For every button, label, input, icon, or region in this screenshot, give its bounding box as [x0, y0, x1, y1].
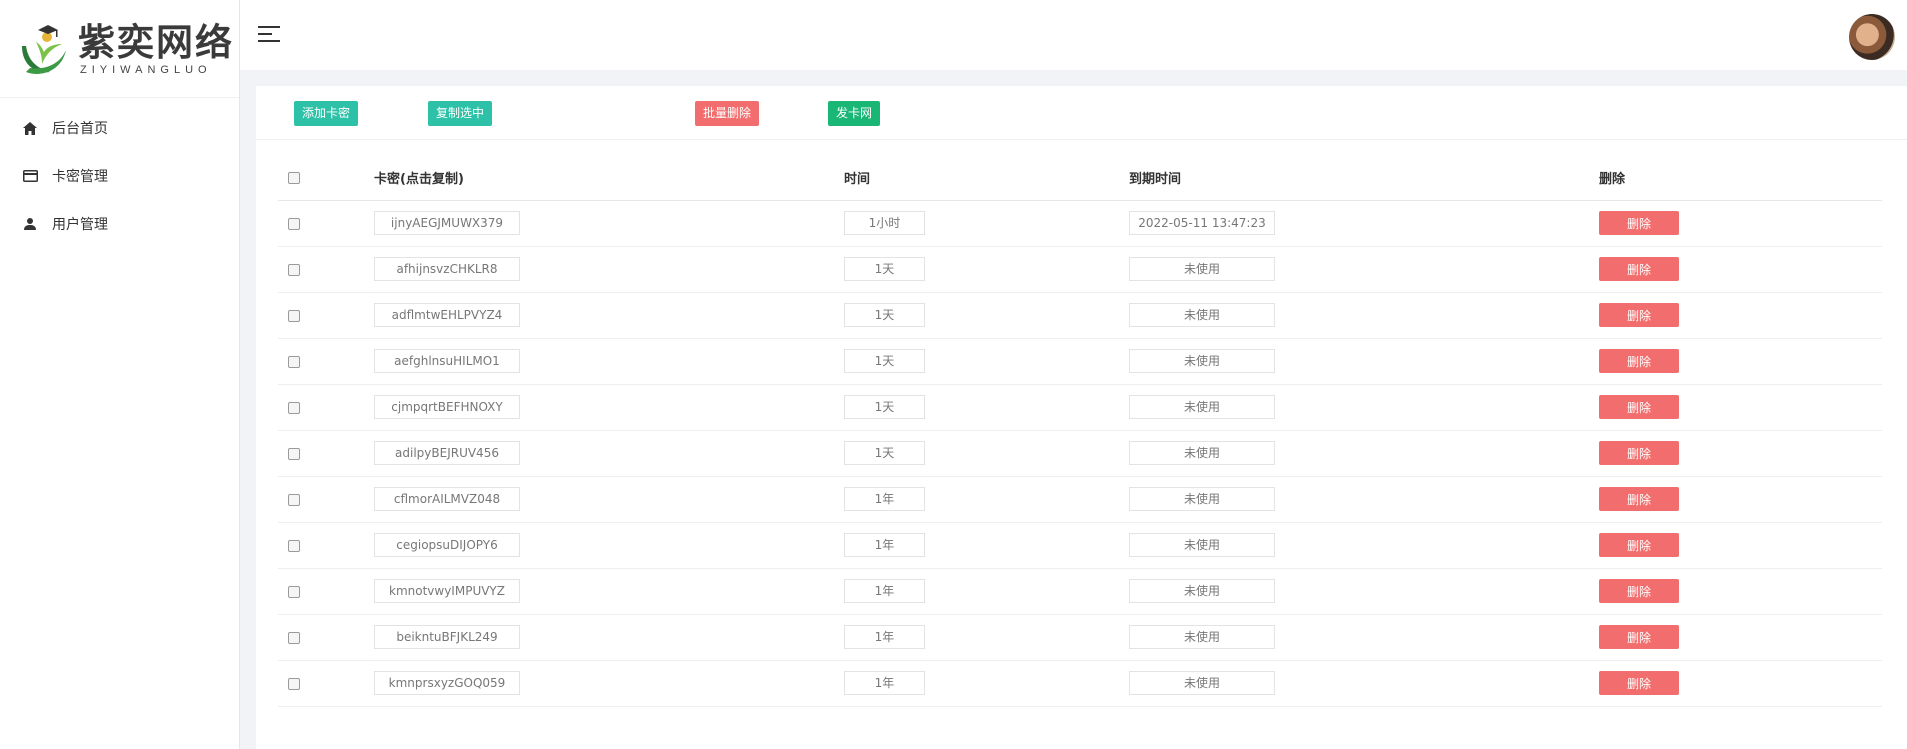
expiry-cell: 未使用 [1129, 441, 1275, 465]
row-checkbox[interactable] [288, 217, 300, 230]
column-header-expiry: 到期时间 [1129, 156, 1599, 201]
duration-cell: 1小时 [844, 211, 925, 235]
card-key-cell[interactable]: kmnprsxyzGOQ059 [374, 671, 520, 695]
expiry-cell: 未使用 [1129, 625, 1275, 649]
batch-delete-button[interactable]: 批量删除 [695, 101, 760, 126]
sidebar-item-cards[interactable]: 卡密管理 [0, 152, 239, 200]
main-panel: 添加卡密 复制选中 批量删除 发卡网 卡密(点击复制) 时间 到期时间 删除 i… [256, 86, 1907, 749]
column-header-delete: 删除 [1599, 156, 1882, 201]
avatar[interactable] [1849, 14, 1895, 60]
expiry-cell: 未使用 [1129, 349, 1275, 373]
expiry-cell: 2022-05-11 13:47:23 [1129, 211, 1275, 235]
logo-mark-icon [16, 20, 70, 78]
duration-cell: 1天 [844, 257, 925, 281]
sidebar-item-label: 后台首页 [52, 121, 108, 137]
card-key-cell[interactable]: afhijnsvzCHKLR8 [374, 257, 520, 281]
table-row: kmnprsxyzGOQ059 1年 未使用 删除 [278, 660, 1882, 707]
brand-name: 紫奕网络 [78, 19, 234, 64]
card-key-cell[interactable]: ijnyAEGJMUWX379 [374, 211, 520, 235]
delete-button[interactable]: 删除 [1599, 533, 1679, 557]
sidebar-item-label: 卡密管理 [52, 169, 108, 185]
expiry-cell: 未使用 [1129, 395, 1275, 419]
delete-button[interactable]: 删除 [1599, 303, 1679, 327]
table-row: ijnyAEGJMUWX379 1小时 2022-05-11 13:47:23 删除 [278, 200, 1882, 247]
row-checkbox[interactable] [288, 493, 300, 506]
row-checkbox[interactable] [288, 355, 300, 368]
delete-button[interactable]: 删除 [1599, 625, 1679, 649]
card-key-cell[interactable]: cegiopsuDIJOPY6 [374, 533, 520, 557]
sidebar: 紫奕网络 ZIYIWANGLUO 后台首页 卡密管理 用户管理 [0, 0, 240, 749]
expiry-cell: 未使用 [1129, 487, 1275, 511]
table-row: kmnotvwyIMPUVYZ 1年 未使用 删除 [278, 568, 1882, 615]
table-row: adilpyBEJRUV456 1天 未使用 删除 [278, 430, 1882, 477]
expiry-cell: 未使用 [1129, 303, 1275, 327]
delete-button[interactable]: 删除 [1599, 441, 1679, 465]
duration-cell: 1年 [844, 671, 925, 695]
table-row: beikntuBFJKL249 1年 未使用 删除 [278, 614, 1882, 661]
row-checkbox[interactable] [288, 539, 300, 552]
duration-cell: 1天 [844, 441, 925, 465]
table-row: aefghlnsuHILMO1 1天 未使用 删除 [278, 338, 1882, 385]
table-row: afhijnsvzCHKLR8 1天 未使用 删除 [278, 246, 1882, 293]
delete-button[interactable]: 删除 [1599, 579, 1679, 603]
expiry-cell: 未使用 [1129, 533, 1275, 557]
row-checkbox[interactable] [288, 401, 300, 414]
row-checkbox[interactable] [288, 263, 300, 276]
copy-selected-button[interactable]: 复制选中 [428, 101, 493, 126]
row-checkbox[interactable] [288, 447, 300, 460]
delete-button[interactable]: 删除 [1599, 487, 1679, 511]
card-key-cell[interactable]: kmnotvwyIMPUVYZ [374, 579, 520, 603]
table-row: cjmpqrtBEFHNOXY 1天 未使用 删除 [278, 384, 1882, 431]
sidebar-item-users[interactable]: 用户管理 [0, 200, 239, 248]
card-key-cell[interactable]: beikntuBFJKL249 [374, 625, 520, 649]
faka-site-button[interactable]: 发卡网 [828, 101, 881, 126]
duration-cell: 1天 [844, 395, 925, 419]
row-checkbox[interactable] [288, 585, 300, 598]
hamburger-menu-icon[interactable] [258, 26, 280, 44]
card-key-cell[interactable]: cjmpqrtBEFHNOXY [374, 395, 520, 419]
logo[interactable]: 紫奕网络 ZIYIWANGLUO [0, 0, 239, 98]
sidebar-item-home[interactable]: 后台首页 [0, 104, 239, 152]
table-row: cflmorAILMVZ048 1年 未使用 删除 [278, 476, 1882, 523]
duration-cell: 1年 [844, 579, 925, 603]
duration-cell: 1天 [844, 349, 925, 373]
column-header-duration: 时间 [844, 156, 1129, 201]
expiry-cell: 未使用 [1129, 257, 1275, 281]
add-card-button[interactable]: 添加卡密 [294, 101, 359, 126]
sidebar-item-label: 用户管理 [52, 217, 108, 233]
delete-button[interactable]: 删除 [1599, 349, 1679, 373]
top-header [240, 0, 1907, 70]
duration-cell: 1天 [844, 303, 925, 327]
brand-subtitle: ZIYIWANGLUO [80, 63, 212, 76]
delete-button[interactable]: 删除 [1599, 211, 1679, 235]
row-checkbox[interactable] [288, 677, 300, 690]
delete-button[interactable]: 删除 [1599, 671, 1679, 695]
card-key-cell[interactable]: cflmorAILMVZ048 [374, 487, 520, 511]
duration-cell: 1年 [844, 625, 925, 649]
toolbar: 添加卡密 复制选中 批量删除 发卡网 [256, 86, 1907, 140]
column-header-key: 卡密(点击复制) [374, 156, 844, 201]
delete-button[interactable]: 删除 [1599, 257, 1679, 281]
sidebar-nav: 后台首页 卡密管理 用户管理 [0, 104, 239, 248]
card-icon [22, 168, 38, 184]
delete-button[interactable]: 删除 [1599, 395, 1679, 419]
row-checkbox[interactable] [288, 631, 300, 644]
card-key-cell[interactable]: adflmtwEHLPVYZ4 [374, 303, 520, 327]
select-all-checkbox[interactable] [288, 171, 300, 184]
row-checkbox[interactable] [288, 309, 300, 322]
table-row: adflmtwEHLPVYZ4 1天 未使用 删除 [278, 292, 1882, 339]
home-icon [22, 120, 38, 136]
table-header-row: 卡密(点击复制) 时间 到期时间 删除 [278, 156, 1882, 201]
duration-cell: 1年 [844, 487, 925, 511]
expiry-cell: 未使用 [1129, 671, 1275, 695]
card-table: 卡密(点击复制) 时间 到期时间 删除 ijnyAEGJMUWX379 1小时 20… [278, 156, 1882, 707]
user-icon [22, 216, 38, 232]
card-key-cell[interactable]: adilpyBEJRUV456 [374, 441, 520, 465]
table-row: cegiopsuDIJOPY6 1年 未使用 删除 [278, 522, 1882, 569]
card-key-cell[interactable]: aefghlnsuHILMO1 [374, 349, 520, 373]
duration-cell: 1年 [844, 533, 925, 557]
expiry-cell: 未使用 [1129, 579, 1275, 603]
